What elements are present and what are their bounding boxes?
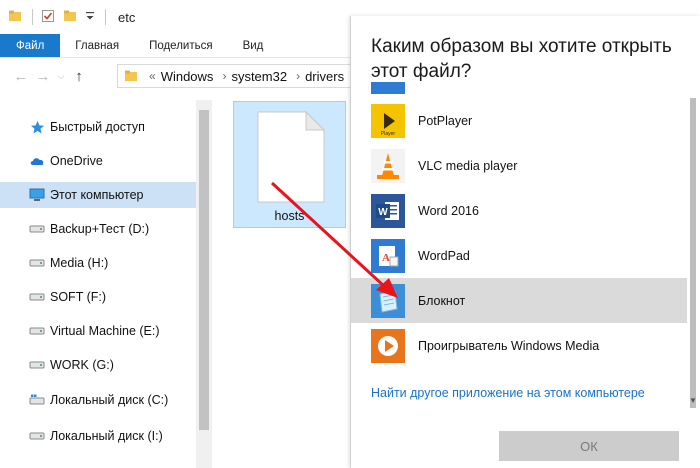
- sidebar-item-label: Локальный диск (C:): [50, 393, 169, 407]
- sidebar-item-onedrive[interactable]: OneDrive: [0, 148, 196, 174]
- star-icon: [28, 120, 46, 135]
- wordpad-icon: A: [371, 239, 405, 273]
- sidebar-item-label: Backup+Тест (D:): [50, 222, 150, 236]
- app-row-word[interactable]: W Word 2016: [351, 188, 687, 233]
- properties-icon[interactable]: [41, 9, 55, 26]
- separator: [105, 9, 106, 25]
- back-icon[interactable]: ←: [10, 65, 32, 87]
- app-row-potplayer[interactable]: Player PotPlayer: [351, 98, 687, 143]
- svg-text:A: A: [382, 252, 390, 264]
- up-icon[interactable]: ↑: [68, 65, 90, 87]
- app-name: Блокнот: [418, 293, 466, 308]
- app-name: Word 2016: [418, 203, 479, 218]
- dialog-scrollbar-thumb[interactable]: [690, 98, 696, 408]
- notepad-icon: [371, 284, 405, 318]
- tab-view[interactable]: Вид: [228, 34, 279, 57]
- system-drive-icon: [28, 394, 46, 406]
- potplayer-icon: Player: [371, 104, 405, 138]
- drive-icon: [28, 360, 46, 370]
- sidebar-scrollbar-thumb[interactable]: [199, 110, 209, 430]
- breadcrumb-windows[interactable]: Windows: [161, 69, 214, 84]
- drive-icon: [28, 292, 46, 302]
- open-with-dialog: Каким образом вы хотите открыть этот фай…: [350, 16, 700, 468]
- drive-icon: [28, 224, 46, 234]
- address-bar[interactable]: « Windows › system32 › drivers: [117, 64, 357, 88]
- sidebar-item-label: Virtual Machine (E:): [50, 324, 160, 338]
- app-name: Проигрыватель Windows Media: [418, 338, 600, 353]
- svg-text:W: W: [378, 207, 388, 218]
- folder-icon[interactable]: [8, 9, 22, 26]
- sidebar-item-drive-c[interactable]: Локальный диск (C:): [0, 387, 196, 413]
- vlc-icon: [371, 149, 405, 183]
- app-name: WordPad: [418, 248, 470, 263]
- document-icon: [257, 110, 326, 203]
- drive-icon: [28, 258, 46, 268]
- scroll-down-icon[interactable]: ▼: [689, 396, 697, 405]
- sidebar-item-this-pc[interactable]: Этот компьютер: [0, 182, 196, 208]
- sidebar-item-drive-h[interactable]: Media (H:): [0, 250, 196, 276]
- breadcrumb-overflow-icon[interactable]: «: [149, 69, 156, 83]
- sidebar-item-drive-g[interactable]: WORK (G:): [0, 352, 196, 378]
- sidebar-item-drive-f[interactable]: SOFT (F:): [0, 284, 196, 310]
- windows-media-player-icon: [371, 329, 405, 363]
- sidebar-item-quick-access[interactable]: Быстрый доступ: [0, 114, 196, 140]
- app-row-wordpad[interactable]: A WordPad: [351, 233, 687, 278]
- app-name: PotPlayer: [418, 113, 473, 128]
- sidebar-item-drive-i[interactable]: Локальный диск (I:): [0, 423, 196, 449]
- sidebar-item-drive-d[interactable]: Backup+Тест (D:): [0, 216, 196, 242]
- tab-home[interactable]: Главная: [60, 34, 134, 57]
- recent-dropdown-icon[interactable]: ⌵: [54, 65, 68, 87]
- sidebar-item-label: Быстрый доступ: [50, 120, 145, 134]
- svg-text:Player: Player: [381, 131, 396, 137]
- tab-file[interactable]: Файл: [0, 34, 61, 57]
- sidebar-item-label: OneDrive: [50, 154, 103, 168]
- breadcrumb-system32[interactable]: system32: [231, 69, 287, 84]
- dialog-title: Каким образом вы хотите открыть этот фай…: [371, 36, 672, 82]
- drive-icon: [28, 326, 46, 336]
- chevron-right-icon[interactable]: ›: [296, 69, 300, 83]
- breadcrumb-drivers[interactable]: drivers: [305, 69, 344, 84]
- app-name: VLC media player: [418, 158, 518, 173]
- cloud-icon: [28, 155, 46, 167]
- tab-share[interactable]: Поделиться: [134, 34, 228, 57]
- word-icon: W: [371, 194, 405, 228]
- navigation-pane: Быстрый доступ OneDrive Этот компьютер B…: [0, 100, 212, 468]
- folder-icon: [124, 69, 138, 83]
- ok-button[interactable]: ОК: [499, 431, 679, 461]
- sidebar-item-label: Локальный диск (I:): [50, 429, 163, 443]
- app-icon: [371, 82, 405, 94]
- customize-dropdown-icon[interactable]: [85, 9, 95, 26]
- new-folder-icon[interactable]: [63, 9, 77, 26]
- sidebar-item-label: Media (H:): [50, 256, 109, 270]
- app-row-windows-media-player[interactable]: Проигрыватель Windows Media: [351, 323, 687, 368]
- computer-icon: [28, 188, 46, 202]
- file-name: hosts: [274, 209, 305, 223]
- drive-icon: [28, 431, 46, 441]
- window-title: etc: [118, 9, 136, 25]
- app-row-vlc[interactable]: VLC media player: [351, 143, 687, 188]
- separator: [32, 9, 33, 25]
- chevron-right-icon[interactable]: ›: [222, 69, 226, 83]
- app-row-notepad[interactable]: Блокнот: [351, 278, 687, 323]
- sidebar-item-label: WORK (G:): [50, 358, 114, 372]
- find-another-app-link[interactable]: Найти другое приложение на этом компьюте…: [371, 386, 645, 400]
- sidebar-item-drive-e[interactable]: Virtual Machine (E:): [0, 318, 196, 344]
- sidebar-item-label: SOFT (F:): [50, 290, 107, 304]
- forward-icon[interactable]: →: [32, 65, 54, 87]
- sidebar-item-label: Этот компьютер: [50, 188, 144, 202]
